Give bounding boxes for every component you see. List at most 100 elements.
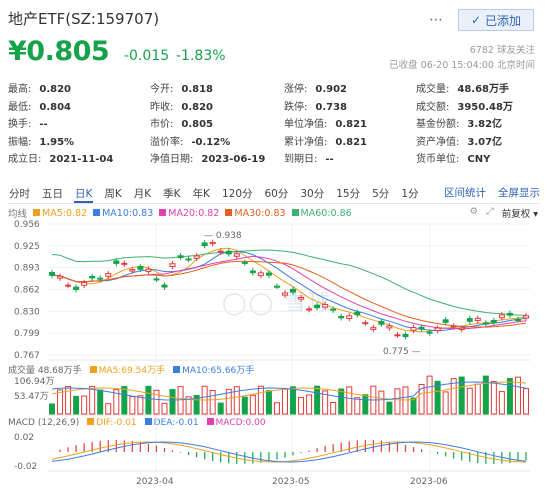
macd-line [51, 441, 527, 463]
legend-text: MACD:0.00 [215, 418, 266, 428]
legend-text: MA5:0.82 [42, 207, 88, 219]
tab-12[interactable]: 1分 [400, 186, 419, 203]
stat-label: 净值日期: [150, 154, 194, 166]
tab-4[interactable]: 月K [133, 186, 152, 203]
candle-body [153, 278, 160, 281]
volume-bar [265, 390, 272, 415]
ma-line [51, 247, 527, 333]
candle-body [201, 242, 208, 247]
candle-body [522, 315, 529, 319]
volume-bar [354, 397, 361, 415]
stat-cell: 资产净值: 3.07亿 [416, 133, 502, 148]
fullscreen-link[interactable]: 全屏显示 [498, 185, 540, 200]
tab-8[interactable]: 60分 [264, 186, 290, 203]
candle-body [169, 263, 176, 268]
candle-body [482, 322, 489, 325]
stat-label: 累计净值: [284, 136, 328, 148]
stats-row: 振幅: 1.95% 溢价率: -0.12% 累计净值: 0.821 资产净值: 3.07亿 [8, 133, 548, 151]
volume-tick: 106.94万 [14, 377, 55, 387]
volume-bar [233, 386, 240, 415]
volume-bar [153, 389, 160, 415]
candle-body [97, 277, 104, 280]
legend-swatch [33, 208, 41, 216]
volume-bar [466, 387, 473, 415]
candle-body [177, 255, 184, 258]
volume-bar [217, 402, 224, 415]
stat-cell: 市价: 0.805 [150, 115, 213, 130]
volume-legend-label: 成交量 48.68万手 [8, 366, 82, 376]
volume-bar [169, 389, 176, 415]
candle-body [233, 253, 240, 257]
tab-5[interactable]: 季K [162, 186, 181, 203]
stat-label: 成交量: [416, 84, 450, 95]
legend-swatch [89, 366, 97, 373]
volume-bar [137, 395, 144, 415]
candle-body [185, 258, 192, 261]
candle-body [209, 241, 216, 245]
stat-value: 0.804 [39, 101, 72, 113]
watermark: ◯◯ 雪球 [222, 291, 333, 316]
tab-3[interactable]: 周K [103, 186, 122, 203]
candle-body [506, 312, 513, 316]
tab-7[interactable]: 120分 [221, 186, 254, 203]
adjust-select[interactable]: 前复权 ▾ [502, 206, 538, 220]
stat-cell: 成交量: 48.68万手 [416, 80, 509, 95]
price-tick: 0.956 [14, 220, 40, 230]
legend-text: MA20:0.82 [168, 207, 220, 219]
volume-bar [490, 381, 497, 415]
volume-bar [89, 385, 96, 415]
candle-body [410, 327, 417, 331]
candle-body [370, 327, 377, 330]
candle-body [338, 316, 345, 319]
volume-legend: 成交量 48.68万手 MA5:69.54万手 MA10:65.66万手 [8, 363, 254, 376]
x-tick-label: 2023-06 [410, 477, 448, 487]
candle-body [450, 325, 457, 328]
check-icon: ✓ [470, 13, 482, 27]
stats-row: 成立日: 2021-11-04 净值日期: 2023-06-19 到期日: -- 货币单位:… [8, 150, 548, 168]
candle-body [498, 314, 505, 319]
quote-stats-grid: 最高: 0.820 今开: 0.818 涨停: 0.902 成交量: 48.68万手 最低: 0.… [8, 80, 548, 168]
stat-value: CNY [467, 154, 491, 166]
x-tick-label: 2023-04 [136, 477, 174, 487]
volume-bar [394, 388, 401, 415]
candle-body [298, 297, 305, 300]
ma-line [51, 249, 527, 316]
candle-body [217, 250, 224, 253]
stat-value: 3950.48万 [457, 101, 513, 113]
settings-icon[interactable]: ⚙ [470, 206, 479, 220]
expand-icon[interactable]: ⤢ [486, 206, 494, 220]
stat-value: -- [39, 119, 48, 131]
legend-item: MA10:0.83 [93, 208, 153, 219]
volume-bar [290, 386, 297, 415]
candle-body [402, 333, 409, 338]
macd-tick: 0.02 [14, 433, 34, 443]
legend-text: MA10:65.66万手 [182, 366, 255, 376]
added-button[interactable]: ✓ 已添加 [458, 9, 534, 31]
price-change: -0.015 [124, 48, 170, 64]
stat-value: 3.82亿 [467, 119, 503, 131]
volume-bar [402, 386, 409, 415]
legend-item: MA30:0.83 [225, 208, 286, 219]
tab-6[interactable]: 年K [192, 186, 211, 203]
macd-legend-label: MACD (12,26,9) [8, 418, 80, 428]
legend-item: MA10:65.66万手 [173, 363, 254, 376]
tab-10[interactable]: 15分 [335, 186, 361, 203]
tab-0[interactable]: 分时 [8, 186, 31, 203]
tab-1[interactable]: 五日 [41, 186, 64, 203]
legend-text: DIF:-0.01 [96, 418, 137, 428]
stat-value: 3.07亿 [467, 136, 503, 148]
stat-cell: 最低: 0.804 [8, 98, 71, 113]
tab-9[interactable]: 30分 [299, 186, 325, 203]
tab-11[interactable]: 5分 [371, 186, 390, 203]
period-tabs: 分时 五日 日K 周K 月K 季K 年K 120分 60分 30分 15分 5分 1分 区间统计 全屏显示 [8, 185, 540, 203]
more-dots-icon[interactable]: ⋯ [429, 12, 444, 28]
volume-bar [338, 388, 345, 415]
candle-body [49, 272, 56, 276]
stat-cell: 货币单位: CNY [416, 150, 490, 165]
tab-2[interactable]: 日K [74, 186, 94, 203]
ma-line [51, 251, 527, 332]
range-stats-link[interactable]: 区间统计 [444, 185, 486, 200]
candle-body [145, 268, 152, 272]
candle-body [290, 288, 297, 293]
stat-label: 到期日: [284, 154, 318, 166]
